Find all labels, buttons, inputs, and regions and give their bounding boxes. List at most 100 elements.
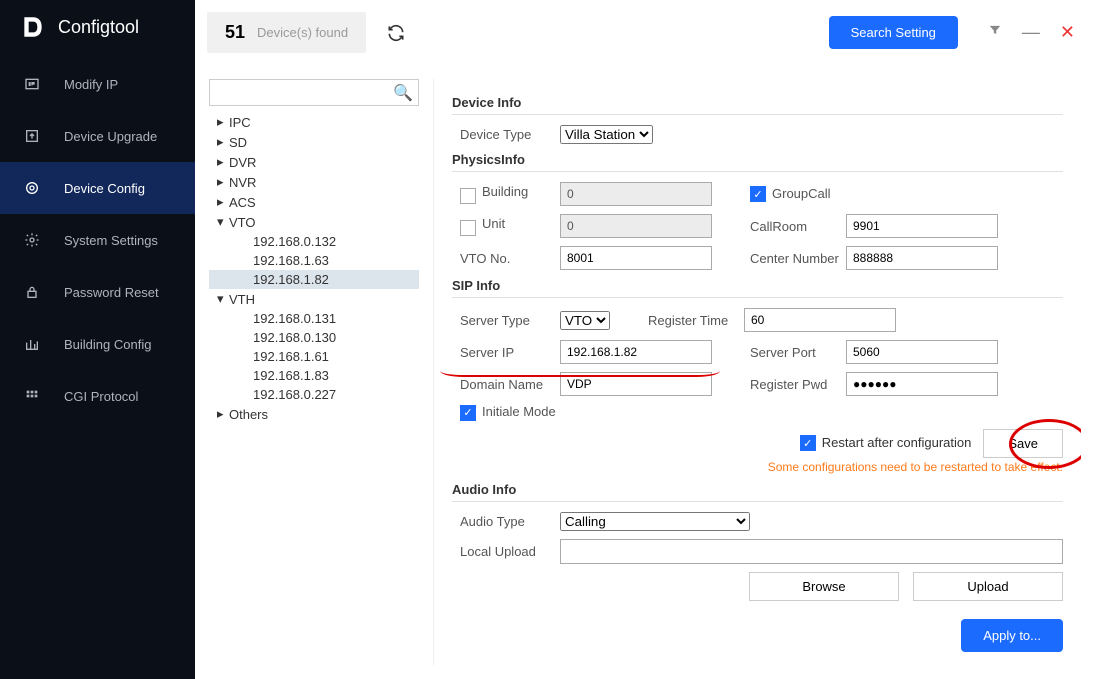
local-upload-label: Local Upload: [452, 544, 560, 559]
device-type-select[interactable]: Villa Station: [560, 125, 653, 144]
section-physics: PhysicsInfo: [452, 152, 1063, 167]
restart-label: Restart after configuration: [800, 435, 972, 452]
tree-node-acs[interactable]: ▸ACS: [209, 192, 419, 212]
save-button[interactable]: Save: [983, 429, 1063, 458]
divider: [452, 501, 1063, 502]
tree-ip[interactable]: 192.168.0.227: [209, 385, 419, 404]
unit-value: 0: [560, 214, 712, 238]
ip-icon: [24, 76, 40, 92]
reg-time-label: Register Time: [640, 313, 744, 328]
local-upload-input[interactable]: [560, 539, 1063, 564]
tree-ip[interactable]: 192.168.0.130: [209, 328, 419, 347]
tree-label: VTH: [229, 292, 255, 307]
tree-ip[interactable]: 192.168.0.131: [209, 309, 419, 328]
server-port-input[interactable]: [846, 340, 998, 364]
device-type-label: Device Type: [452, 127, 560, 142]
nav-device-upgrade[interactable]: Device Upgrade: [0, 110, 195, 162]
upgrade-icon: [24, 128, 40, 144]
refresh-button[interactable]: [380, 17, 412, 49]
logo-icon: [20, 14, 46, 40]
nav-modify-ip[interactable]: Modify IP: [0, 58, 195, 110]
nav-building-config[interactable]: Building Config: [0, 318, 195, 370]
tree-label: Others: [229, 407, 268, 422]
window-controls: — ✕: [988, 22, 1075, 43]
nav-label: Password Reset: [64, 285, 159, 300]
main: 51 Device(s) found Search Setting — ✕ 🔍 …: [195, 0, 1095, 679]
audio-type-select[interactable]: Calling: [560, 512, 750, 531]
tree-node-sd[interactable]: ▸SD: [209, 132, 419, 152]
nav-device-config[interactable]: Device Config: [0, 162, 195, 214]
tree-node-others[interactable]: ▸Others: [209, 404, 419, 424]
groupcall-label: GroupCall: [742, 186, 846, 203]
reg-pwd-label: Register Pwd: [742, 377, 846, 392]
vto-no-input[interactable]: [560, 246, 712, 270]
tree-node-nvr[interactable]: ▸NVR: [209, 172, 419, 192]
grid-icon: [24, 388, 40, 404]
groupcall-checkbox[interactable]: [750, 186, 766, 202]
center-input[interactable]: [846, 246, 998, 270]
server-ip-input[interactable]: [560, 340, 712, 364]
section-device-info: Device Info: [452, 95, 1063, 110]
config-form: Device Info Device Type Villa Station Ph…: [433, 79, 1081, 665]
minimize-icon[interactable]: —: [1022, 22, 1040, 43]
callroom-label: CallRoom: [742, 219, 846, 234]
callroom-input[interactable]: [846, 214, 998, 238]
tree-search-input[interactable]: [209, 79, 419, 106]
tree-ip[interactable]: 192.168.0.132: [209, 232, 419, 251]
search-setting-button[interactable]: Search Setting: [829, 16, 958, 49]
filter-icon[interactable]: [988, 23, 1002, 42]
tree-node-vto[interactable]: ▾VTO: [209, 212, 419, 232]
nav-label: System Settings: [64, 233, 158, 248]
nav-label: Modify IP: [64, 77, 118, 92]
initiale-checkbox[interactable]: [460, 405, 476, 421]
reg-time-input[interactable]: [744, 308, 896, 332]
unit-checkbox[interactable]: [460, 220, 476, 236]
tree-ip-selected[interactable]: 192.168.1.82: [209, 270, 419, 289]
building-label: Building: [452, 184, 560, 204]
gear-icon: [24, 232, 40, 248]
close-icon[interactable]: ✕: [1060, 22, 1075, 43]
restart-checkbox[interactable]: [800, 435, 816, 451]
server-port-label: Server Port: [742, 345, 846, 360]
divider: [452, 297, 1063, 298]
target-icon: [24, 180, 40, 196]
nav-label: Device Config: [64, 181, 145, 196]
apply-to-button[interactable]: Apply to...: [961, 619, 1063, 652]
reg-pwd-input[interactable]: [846, 372, 998, 396]
device-tree: ▸IPC ▸SD ▸DVR ▸NVR ▸ACS ▾VTO 192.168.0.1…: [209, 112, 419, 424]
nav-password-reset[interactable]: Password Reset: [0, 266, 195, 318]
sidebar: Configtool Modify IP Device Upgrade Devi…: [0, 0, 195, 679]
section-sip: SIP Info: [452, 278, 1063, 293]
count-label: Device(s) found: [257, 25, 348, 40]
domain-input[interactable]: [560, 372, 712, 396]
brand: Configtool: [0, 0, 195, 58]
nav-label: Building Config: [64, 337, 151, 352]
initiale-label: Initiale Mode: [452, 404, 556, 421]
count-number: 51: [225, 22, 245, 43]
tree-node-ipc[interactable]: ▸IPC: [209, 112, 419, 132]
nav-system-settings[interactable]: System Settings: [0, 214, 195, 266]
refresh-icon: [386, 23, 406, 43]
nav-cgi-protocol[interactable]: CGI Protocol: [0, 370, 195, 422]
building-checkbox[interactable]: [460, 188, 476, 204]
search-icon[interactable]: 🔍: [393, 83, 413, 103]
device-count: 51 Device(s) found: [207, 12, 366, 53]
tree-ip[interactable]: 192.168.1.63: [209, 251, 419, 270]
tree-node-vth[interactable]: ▾VTH: [209, 289, 419, 309]
tree-label: IPC: [229, 115, 251, 130]
section-audio: Audio Info: [452, 482, 1063, 497]
upload-button[interactable]: Upload: [913, 572, 1063, 601]
browse-button[interactable]: Browse: [749, 572, 899, 601]
tree-label: ACS: [229, 195, 256, 210]
device-tree-panel: 🔍 ▸IPC ▸SD ▸DVR ▸NVR ▸ACS ▾VTO 192.168.0…: [209, 79, 419, 665]
server-type-label: Server Type: [452, 313, 560, 328]
topbar: 51 Device(s) found Search Setting — ✕: [195, 0, 1095, 65]
tree-node-dvr[interactable]: ▸DVR: [209, 152, 419, 172]
tree-ip[interactable]: 192.168.1.83: [209, 366, 419, 385]
tree-label: NVR: [229, 175, 256, 190]
tree-ip[interactable]: 192.168.1.61: [209, 347, 419, 366]
server-type-select[interactable]: VTO: [560, 311, 610, 330]
vto-no-label: VTO No.: [452, 251, 560, 266]
restart-notice: Some configurations need to be restarted…: [452, 460, 1063, 474]
building-icon: [24, 336, 40, 352]
